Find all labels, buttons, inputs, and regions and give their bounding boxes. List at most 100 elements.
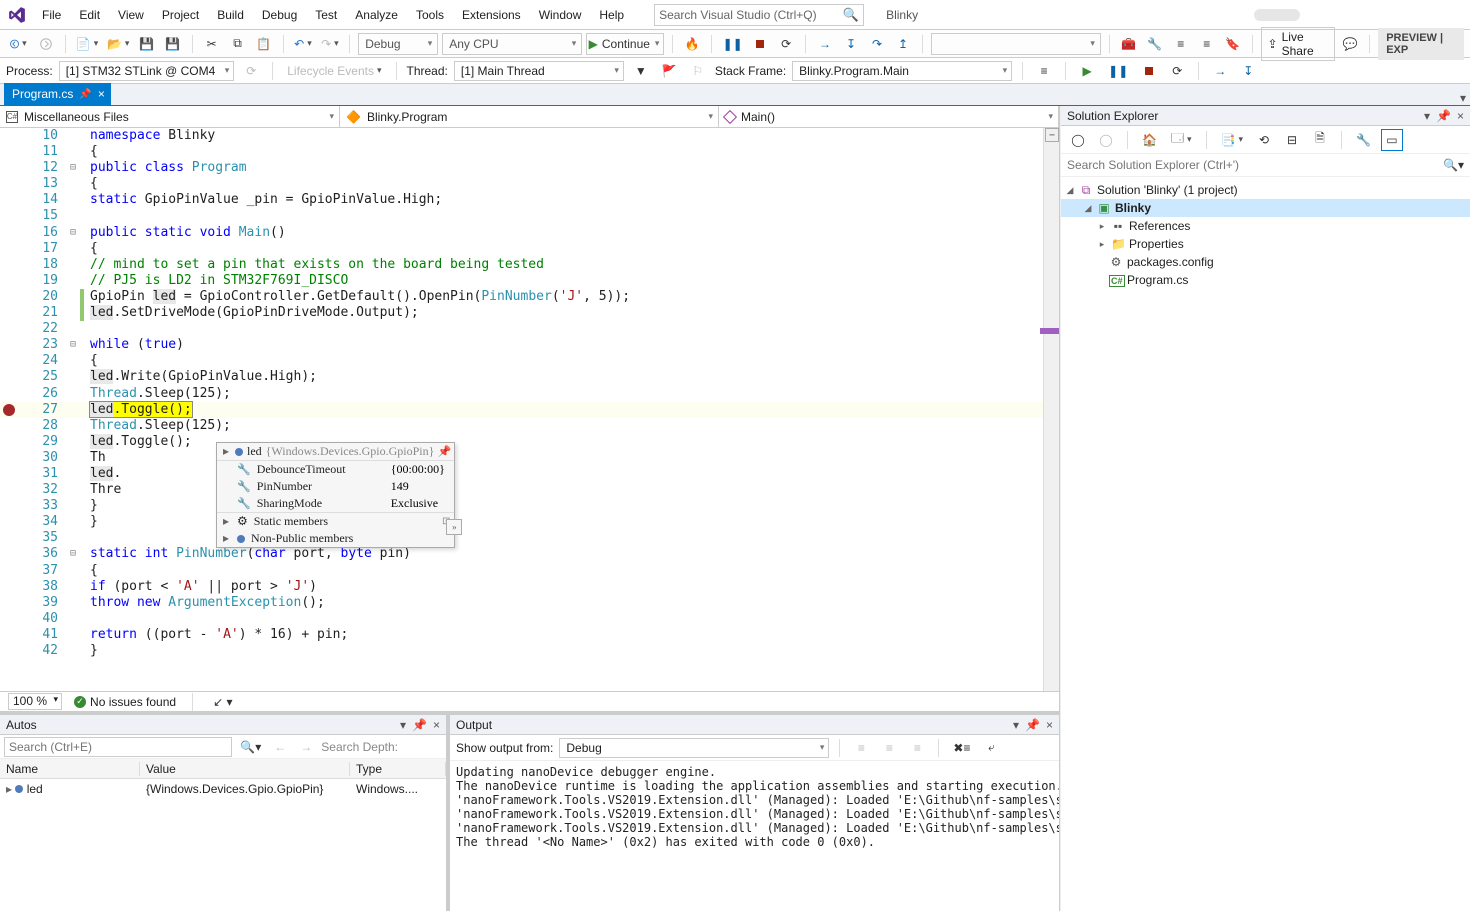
account-pill[interactable]: [1254, 9, 1300, 21]
find-message-button[interactable]: ≡: [850, 737, 872, 759]
search-prev-button[interactable]: ←: [269, 736, 291, 758]
live-share-button[interactable]: ⇪ Live Share: [1261, 27, 1336, 61]
solution-search-input[interactable]: [1061, 154, 1437, 176]
stack-frame-combo[interactable]: Blinky.Program.Main: [792, 61, 1012, 81]
code-line[interactable]: 38 if (port < 'A' || port > 'J'): [0, 579, 1043, 595]
code-line[interactable]: 20 GpioPin led = GpioController.GetDefau…: [0, 289, 1043, 305]
code-line[interactable]: 26 Thread.Sleep(125);: [0, 386, 1043, 402]
cut-button[interactable]: ✂: [201, 33, 223, 55]
member-scope-combo[interactable]: Main(): [719, 106, 1059, 127]
code-line[interactable]: 12⊟ public class Program: [0, 160, 1043, 176]
forward-button[interactable]: [35, 33, 57, 55]
menu-file[interactable]: File: [34, 4, 69, 26]
tab-overflow-icon[interactable]: ▾: [1460, 91, 1466, 105]
split-editor-icon[interactable]: −: [1045, 128, 1059, 142]
find-combo[interactable]: [931, 33, 1101, 55]
flag-all-button[interactable]: ⚐: [687, 60, 709, 82]
pending-changes-filter-icon[interactable]: 📑: [1217, 129, 1247, 151]
code-line[interactable]: 17 {: [0, 241, 1043, 257]
datatip-expand-icon[interactable]: »: [446, 519, 462, 535]
pin-panel-icon[interactable]: 📌: [1436, 109, 1451, 123]
code-line[interactable]: 35: [0, 530, 1043, 546]
debug-datatip[interactable]: 📌 ▸ led {Windows.Devices.Gpio.GpioPin} 🔧…: [216, 442, 455, 548]
code-line[interactable]: 41 return ((port - 'A') * 16) + pin;: [0, 627, 1043, 643]
packages-config-node[interactable]: ⚙ packages.config: [1061, 253, 1470, 271]
close-button[interactable]: : [1418, 0, 1464, 30]
sync-icon[interactable]: ⟲: [1253, 129, 1275, 151]
menu-view[interactable]: View: [110, 4, 152, 26]
step-into-button[interactable]: ↧: [840, 33, 862, 55]
uncomment-button[interactable]: ≡: [1196, 33, 1218, 55]
menu-analyze[interactable]: Analyze: [347, 4, 406, 26]
toolbox-button[interactable]: 🧰: [1118, 33, 1140, 55]
hot-reload-button[interactable]: 🔥: [681, 33, 703, 55]
clear-output-button[interactable]: ✖≡: [949, 737, 974, 759]
col-value-header[interactable]: Value: [140, 762, 350, 776]
redo-button[interactable]: ↷: [318, 33, 341, 55]
code-line[interactable]: 15: [0, 208, 1043, 224]
feedback-button[interactable]: 💬: [1339, 33, 1361, 55]
datatip-category[interactable]: ▸⚙Static members ⊡: [217, 512, 454, 530]
menu-debug[interactable]: Debug: [254, 4, 305, 26]
show-next-statement-button[interactable]: →: [814, 33, 836, 55]
panel-options-icon[interactable]: ▾: [1013, 718, 1019, 732]
copy-button[interactable]: ⧉: [227, 33, 249, 55]
output-source-combo[interactable]: Debug: [559, 738, 829, 758]
open-file-button[interactable]: 📂: [105, 33, 132, 55]
step-button[interactable]: →: [1209, 60, 1231, 82]
menu-edit[interactable]: Edit: [71, 4, 108, 26]
search-next-button[interactable]: →: [295, 736, 317, 758]
pin-tab-icon[interactable]: 📌: [79, 89, 91, 100]
next-message-button[interactable]: ≡: [906, 737, 928, 759]
process-combo[interactable]: [1] STM32 STLink @ COM4: [59, 61, 235, 81]
code-editor[interactable]: 10namespace Blinky11{12⊟ public class Pr…: [0, 128, 1059, 691]
close-tab-icon[interactable]: ×: [98, 87, 105, 101]
overview-scrollbar[interactable]: −: [1043, 128, 1059, 691]
minimize-button[interactable]: : [1322, 0, 1368, 30]
code-line[interactable]: 42 }: [0, 643, 1043, 659]
autos-variable-row[interactable]: ▸ led{Windows.Devices.Gpio.GpioPin}Windo…: [0, 779, 446, 799]
new-project-button[interactable]: 📄: [73, 33, 100, 55]
pin-panel-icon[interactable]: 📌: [1025, 718, 1040, 732]
step-out-button[interactable]: ↥: [892, 33, 914, 55]
toggle-wrap-button[interactable]: ⤶: [980, 737, 1002, 759]
code-line[interactable]: 37 {: [0, 563, 1043, 579]
menu-project[interactable]: Project: [154, 4, 207, 26]
datatip-property-row[interactable]: 🔧DebounceTimeout{00:00:00}: [217, 461, 454, 478]
flag-thread-button[interactable]: 🚩: [658, 60, 681, 82]
menu-window[interactable]: Window: [531, 4, 590, 26]
quick-launch-search[interactable]: Search Visual Studio (Ctrl+Q) 🔍: [654, 4, 864, 26]
prev-message-button[interactable]: ≡: [878, 737, 900, 759]
project-node[interactable]: ◢ ▣ Blinky: [1061, 199, 1470, 217]
back-icon[interactable]: ◯: [1067, 129, 1089, 151]
continue-button[interactable]: ▶ Continue ▾: [586, 33, 664, 55]
document-tab-program-cs[interactable]: Program.cs 📌 ×: [4, 83, 111, 105]
stop-debug-button[interactable]: [749, 33, 771, 55]
code-line[interactable]: 23⊟ while (true): [0, 337, 1043, 353]
save-button[interactable]: 💾: [136, 33, 158, 55]
code-line[interactable]: 40: [0, 611, 1043, 627]
code-line[interactable]: 31 led.: [0, 466, 1043, 482]
code-line[interactable]: 11{: [0, 144, 1043, 160]
bookmark-button[interactable]: 🔖: [1222, 33, 1244, 55]
flag-filter-button[interactable]: ▼: [630, 60, 652, 82]
class-scope-combo[interactable]: 🔶 Blinky.Program: [340, 106, 719, 127]
preview-selected-icon[interactable]: ▭: [1381, 129, 1403, 151]
autos-search-input[interactable]: [4, 737, 232, 757]
collapse-all-icon[interactable]: ⊟: [1281, 129, 1303, 151]
fwd-icon[interactable]: ◯: [1095, 129, 1117, 151]
pause-button[interactable]: ❚❚: [1104, 60, 1132, 82]
code-line[interactable]: 19 // PJ5 is LD2 in STM32F769I_DISCO: [0, 273, 1043, 289]
code-line[interactable]: 28 Thread.Sleep(125);: [0, 418, 1043, 434]
restart-button-2[interactable]: ⟳: [1166, 60, 1188, 82]
break-all-button[interactable]: ❚❚: [720, 33, 745, 55]
code-line[interactable]: 29 led.Toggle();: [0, 434, 1043, 450]
solution-platform-combo[interactable]: Any CPU: [442, 33, 582, 55]
code-line[interactable]: 13 {: [0, 176, 1043, 192]
col-name-header[interactable]: Name: [0, 762, 140, 776]
search-icon[interactable]: 🔍▾: [1437, 154, 1470, 176]
close-panel-icon[interactable]: ×: [1046, 718, 1053, 732]
save-all-button[interactable]: 💾: [162, 33, 184, 55]
paste-button[interactable]: 📋: [253, 33, 275, 55]
cycle-process-button[interactable]: ⟳: [240, 60, 262, 82]
